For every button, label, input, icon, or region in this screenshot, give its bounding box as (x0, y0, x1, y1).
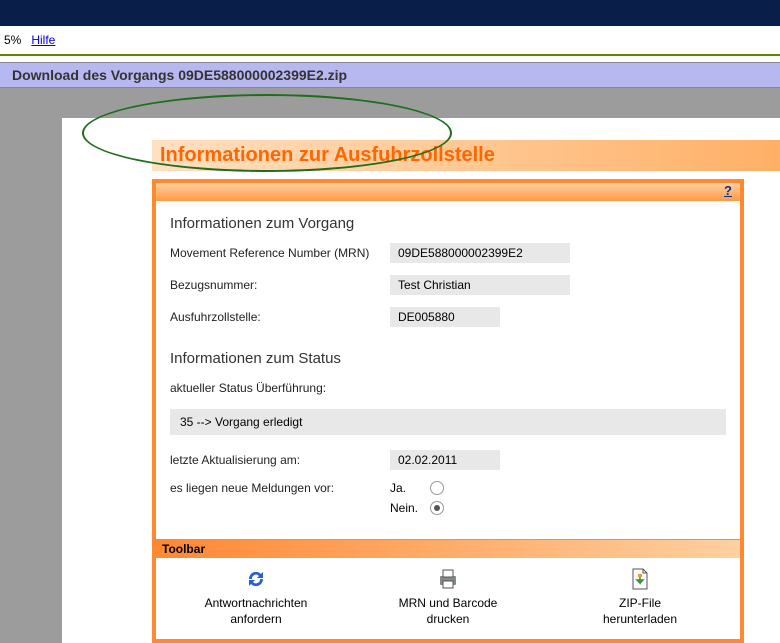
btn1-line1: Antwortnachrichten (205, 596, 308, 612)
btn2-line1: MRN und Barcode (399, 596, 498, 612)
vorgang-heading: Informationen zum Vorgang (170, 215, 726, 232)
toolbar-header: Toolbar (156, 539, 740, 558)
nav-row: 5% Hilfe (0, 26, 780, 56)
aktuell-status-value: 35 --> Vorgang erledigt (170, 409, 726, 435)
radio-ja[interactable] (430, 481, 444, 495)
app-topbar (0, 0, 780, 26)
mrn-drucken-button[interactable]: MRN und Barcode drucken (368, 566, 528, 627)
toolbar: Antwortnachrichten anfordern MRN und Bar… (156, 558, 740, 639)
help-link[interactable]: Hilfe (31, 33, 55, 47)
meldungen-nein-row[interactable]: Nein. (390, 501, 444, 515)
antwort-anfordern-button[interactable]: Antwortnachrichten anfordern (176, 566, 336, 627)
mrn-value: 09DE588000002399E2 (390, 243, 570, 263)
zip-file-icon (627, 566, 653, 592)
help-icon[interactable]: ? (724, 183, 732, 198)
bezug-label: Bezugsnummer: (170, 278, 390, 292)
btn3-line1: ZIP-File (619, 596, 661, 612)
panel-header-strip: ? (156, 183, 740, 201)
zoll-value: DE005880 (390, 307, 500, 327)
left-gutter (0, 118, 62, 643)
download-bar[interactable]: Download des Vorgangs 09DE588000002399E2… (0, 62, 780, 88)
radio-nein[interactable] (430, 501, 444, 515)
printer-icon (435, 566, 461, 592)
btn3-line2: herunterladen (603, 612, 677, 628)
page-title: Informationen zur Ausfuhrzollstelle (152, 140, 780, 171)
download-bar-file: 09DE588000002399E2.zip (178, 67, 347, 83)
vorgang-section: Informationen zum Vorgang Movement Refer… (156, 201, 740, 539)
info-panel: ? Informationen zum Vorgang Movement Ref… (152, 179, 744, 643)
ja-label: Ja. (390, 481, 430, 495)
zoom-percent: 5% (4, 33, 21, 47)
grey-strip (0, 88, 780, 118)
aktuell-label: aktueller Status Überführung: (170, 381, 390, 395)
btn1-line2: anfordern (230, 612, 281, 628)
btn2-line2: drucken (427, 612, 470, 628)
meldungen-ja-row[interactable]: Ja. (390, 481, 444, 495)
content-area: Informationen zur Ausfuhrzollstelle ? In… (62, 118, 780, 643)
zip-download-button[interactable]: ZIP-File herunterladen (560, 566, 720, 627)
status-heading: Informationen zum Status (170, 350, 726, 367)
mrn-label: Movement Reference Number (MRN) (170, 246, 390, 260)
bezug-value: Test Christian (390, 275, 570, 295)
refresh-icon (243, 566, 269, 592)
zoll-label: Ausfuhrzollstelle: (170, 310, 390, 324)
updated-label: letzte Aktualisierung am: (170, 453, 390, 467)
download-bar-prefix: Download des Vorgangs (12, 67, 178, 83)
updated-value: 02.02.2011 (390, 450, 500, 470)
nein-label: Nein. (390, 501, 430, 515)
meldungen-label: es liegen neue Meldungen vor: (170, 481, 390, 495)
